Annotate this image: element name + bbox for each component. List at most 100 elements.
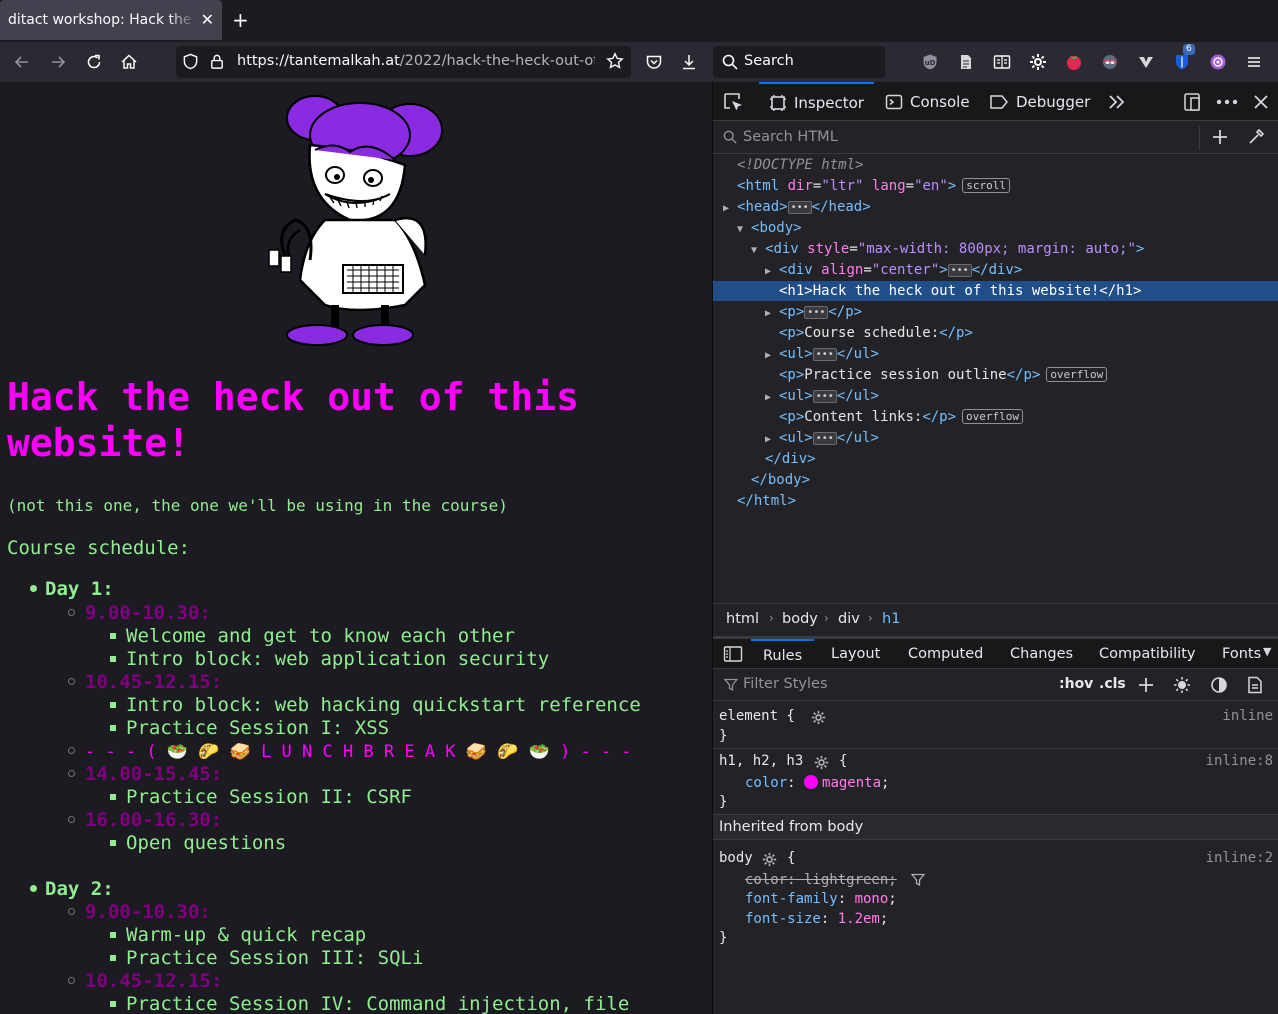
class-toggle[interactable]: .cls <box>1099 676 1126 692</box>
element-picker-icon[interactable] <box>723 82 745 121</box>
print-media-icon[interactable] <box>1247 676 1263 698</box>
pocket-icon[interactable] <box>642 50 666 74</box>
privacy-badger-icon[interactable] <box>1098 50 1122 74</box>
tab-layout[interactable]: Layout <box>831 639 880 669</box>
scroll-badge[interactable]: scroll <box>962 178 1010 193</box>
markup-node-p[interactable]: <p>Practice session outline</p> overflow <box>713 365 1278 385</box>
add-rule-icon[interactable] <box>1137 676 1155 698</box>
light-scheme-sun-icon[interactable] <box>1173 676 1191 698</box>
markup-node-html[interactable]: <html dir="ltr" lang="en"> scroll <box>713 176 1278 196</box>
overridden-declaration[interactable]: color: lightgreen; <box>745 872 897 888</box>
new-tab-button[interactable]: + <box>232 8 249 32</box>
home-icon[interactable] <box>117 50 141 74</box>
gear-icon[interactable] <box>762 852 777 871</box>
markup-node-head[interactable]: ▶ <head> ••• </head> <box>713 197 1278 217</box>
downloads-icon[interactable] <box>677 50 701 74</box>
browser-tab[interactable]: ditact workshop: Hack the heck ✕ <box>0 0 222 40</box>
filter-styles-input[interactable]: Filter Styles :hov .cls <box>713 669 1278 701</box>
filter-funnel-icon[interactable] <box>910 873 926 891</box>
tab-inspector[interactable]: Inspector <box>759 82 874 121</box>
expand-triangle-icon[interactable]: ▶ <box>765 262 779 282</box>
collapse-triangle-icon[interactable]: ▼ <box>751 241 765 261</box>
ublock-icon[interactable]: uD <box>918 50 942 74</box>
url-bar[interactable]: https://tantemalkah.at/2022/hack-the-hec… <box>176 46 631 78</box>
toggle-sidebar-icon[interactable] <box>723 645 743 667</box>
tab-debugger[interactable]: Debugger <box>989 82 1090 121</box>
collapsed-ellipsis[interactable]: ••• <box>812 432 837 445</box>
close-tab-icon[interactable]: ✕ <box>201 10 214 29</box>
collapsed-ellipsis[interactable]: ••• <box>812 390 837 403</box>
breadcrumb-div[interactable]: div <box>838 611 860 627</box>
search-html-input[interactable]: Search HTML <box>713 122 1278 154</box>
gear-icon[interactable] <box>814 755 829 774</box>
overflow-badge[interactable]: overflow <box>1046 367 1108 382</box>
markup-node-p[interactable]: <p>Content links:</p> overflow <box>713 407 1278 427</box>
bitwarden-shield-icon[interactable]: 6 <box>1170 44 1195 74</box>
lock-icon[interactable] <box>209 53 225 74</box>
tab-compatibility[interactable]: Compatibility <box>1099 639 1195 669</box>
tomato-timer-icon[interactable] <box>1062 50 1086 74</box>
tab-fonts[interactable]: Fonts <box>1222 639 1262 669</box>
tab-changes[interactable]: Changes <box>1010 639 1073 669</box>
collapsed-ellipsis[interactable]: ••• <box>804 306 829 319</box>
rule-source[interactable]: inline:8 <box>1206 753 1273 769</box>
breadcrumb-body[interactable]: body <box>782 611 818 627</box>
tabs-overflow-dropdown-icon[interactable]: ▼ <box>1263 645 1271 658</box>
collapse-triangle-icon[interactable]: ▼ <box>737 220 751 240</box>
gear-icon[interactable] <box>811 710 826 729</box>
tab-rules[interactable]: Rules <box>751 639 815 669</box>
forward-arrow-icon[interactable] <box>46 50 70 74</box>
bookmark-star-icon[interactable] <box>606 52 624 74</box>
tracking-shield-icon[interactable] <box>182 53 199 74</box>
expand-triangle-icon[interactable]: ▶ <box>765 388 779 408</box>
more-tools-chevron-icon[interactable] <box>1107 82 1127 121</box>
tab-computed[interactable]: Computed <box>908 639 983 669</box>
dark-scheme-icon[interactable] <box>1210 676 1228 698</box>
eyedropper-icon[interactable] <box>1247 128 1265 150</box>
markup-node-h1-selected[interactable]: <h1>Hack the heck out of this website!</… <box>713 281 1278 301</box>
rule-source[interactable]: inline <box>1222 708 1273 724</box>
tab-console[interactable]: Console <box>885 82 970 121</box>
breadcrumb-html[interactable]: html <box>726 611 759 627</box>
markup-node-body-close[interactable]: </body> <box>713 470 1278 490</box>
reader-view-icon[interactable] <box>990 50 1014 74</box>
collapsed-ellipsis[interactable]: ••• <box>812 348 837 361</box>
markup-node-body[interactable]: ▼ <body> <box>713 218 1278 238</box>
settings-gear-icon[interactable] <box>1026 50 1050 74</box>
back-arrow-icon[interactable] <box>10 50 34 74</box>
markup-node-ul[interactable]: ▶ <ul> ••• </ul> <box>713 344 1278 364</box>
expand-triangle-icon[interactable]: ▶ <box>765 346 779 366</box>
markup-node-html-close[interactable]: </html> <box>713 491 1278 511</box>
markup-node-div-close[interactable]: </div> <box>713 449 1278 469</box>
expand-triangle-icon[interactable]: ▶ <box>723 199 737 219</box>
rule-h1-h2-h3[interactable]: h1, h2, h3 <box>719 753 803 769</box>
expand-triangle-icon[interactable]: ▶ <box>765 304 779 324</box>
markup-node-ul[interactable]: ▶ <ul> ••• </ul> <box>713 428 1278 448</box>
close-devtools-icon[interactable] <box>1253 82 1269 121</box>
markup-node-div-center[interactable]: ▶ <div align="center"> ••• </div> <box>713 260 1278 280</box>
rule-body[interactable]: body <box>719 850 753 866</box>
collapsed-ellipsis[interactable]: ••• <box>787 201 812 214</box>
add-node-icon[interactable] <box>1211 128 1229 150</box>
rule-source[interactable]: inline:2 <box>1206 850 1273 866</box>
color-swatch[interactable] <box>804 775 819 789</box>
rule-element[interactable]: element { <box>719 708 795 724</box>
vim-extension-icon[interactable] <box>1134 50 1158 74</box>
breadcrumb-h1[interactable]: h1 <box>882 611 900 627</box>
markup-node-doctype[interactable]: <!DOCTYPE html> <box>713 155 1278 175</box>
rule-declaration[interactable]: font-size: 1.2em; <box>745 911 888 927</box>
overflow-badge[interactable]: overflow <box>962 409 1024 424</box>
responsive-design-icon[interactable] <box>1182 82 1202 121</box>
markup-node-p[interactable]: <p>Course schedule:</p> <box>713 323 1278 343</box>
account-avatar-icon[interactable] <box>1206 50 1230 74</box>
search-bar[interactable]: Search <box>713 46 885 78</box>
reload-icon[interactable] <box>82 50 106 74</box>
rule-declaration[interactable]: font-family: mono; <box>745 891 897 907</box>
expand-triangle-icon[interactable]: ▶ <box>765 430 779 450</box>
document-icon[interactable] <box>954 50 978 74</box>
devtools-options-icon[interactable] <box>1216 82 1238 121</box>
hover-state-toggle[interactable]: :hov <box>1059 676 1093 692</box>
rule-declaration[interactable]: color: magenta; <box>745 775 889 791</box>
collapsed-ellipsis[interactable]: ••• <box>947 264 972 277</box>
markup-node-p[interactable]: ▶ <p> ••• </p> <box>713 302 1278 322</box>
